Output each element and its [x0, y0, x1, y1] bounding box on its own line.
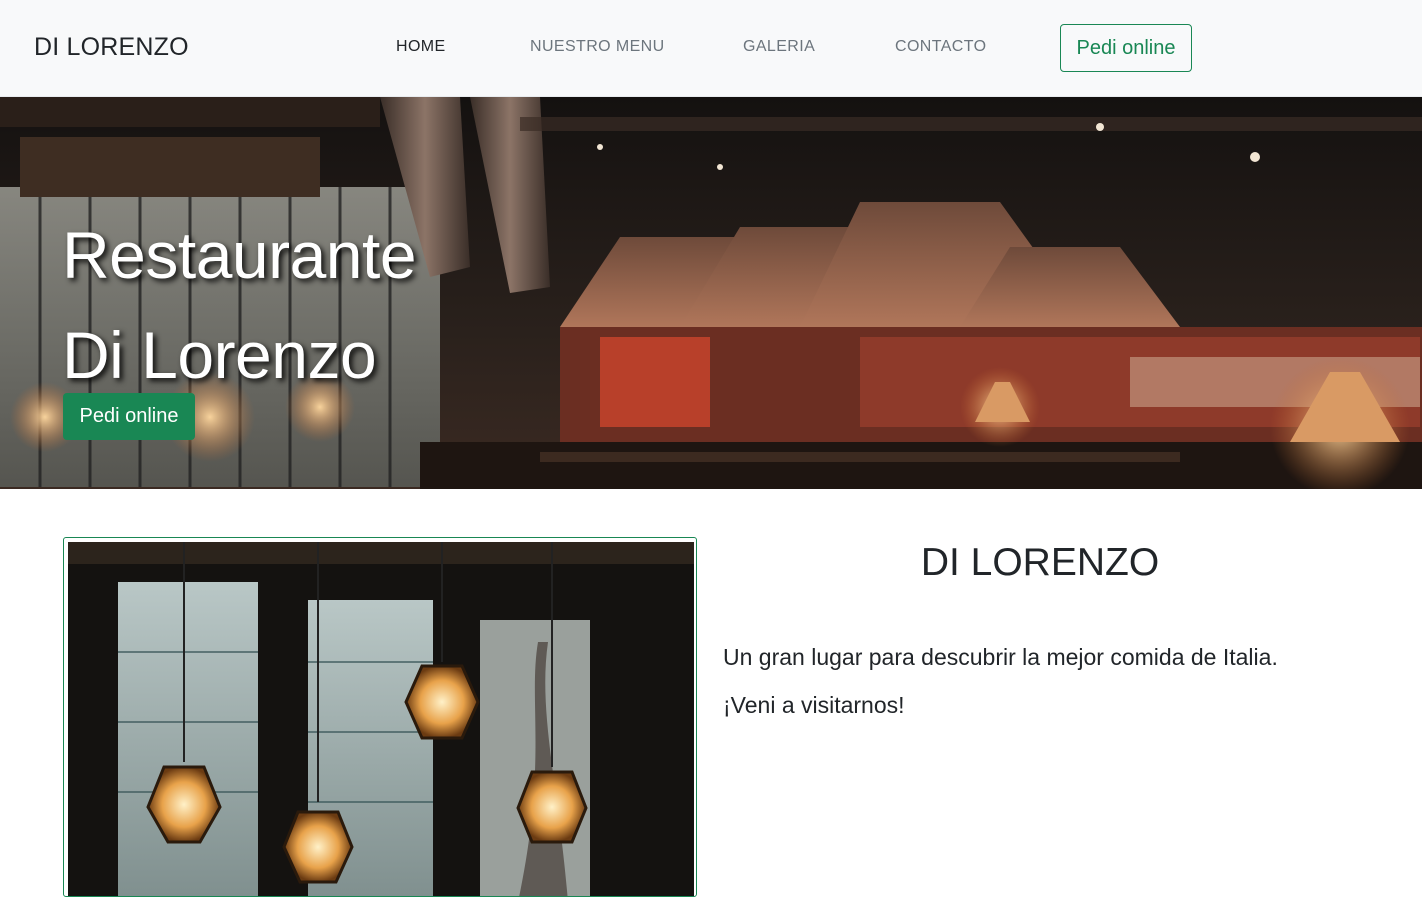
nav-link-home[interactable]: HOME: [396, 38, 446, 56]
order-online-nav-button[interactable]: Pedi online: [1060, 24, 1192, 72]
order-online-hero-button[interactable]: Pedi online: [63, 393, 195, 440]
top-navbar: DI LORENZO HOME NUESTRO MENU GALERIA CON…: [0, 0, 1422, 97]
hero-banner: Restaurante Di Lorenzo Pedi online: [0, 97, 1422, 489]
hero-title-line2: Di Lorenzo: [62, 318, 377, 392]
hero-title-line1: Restaurante: [62, 218, 417, 292]
hero-title: Restaurante Di Lorenzo: [62, 205, 417, 405]
about-invitation: ¡Veni a visitarnos!: [723, 692, 905, 718]
about-description: Un gran lugar para descubrir la mejor co…: [723, 644, 1278, 670]
about-title: DI LORENZO: [920, 541, 1160, 584]
restaurant-photo-card: [63, 537, 697, 897]
nav-link-gallery[interactable]: GALERIA: [743, 38, 815, 56]
nav-link-contact[interactable]: CONTACTO: [895, 38, 987, 56]
brand-logo[interactable]: DI LORENZO: [34, 33, 189, 62]
pendant-lamps-image: [68, 542, 694, 896]
nav-link-menu[interactable]: NUESTRO MENU: [530, 38, 665, 56]
